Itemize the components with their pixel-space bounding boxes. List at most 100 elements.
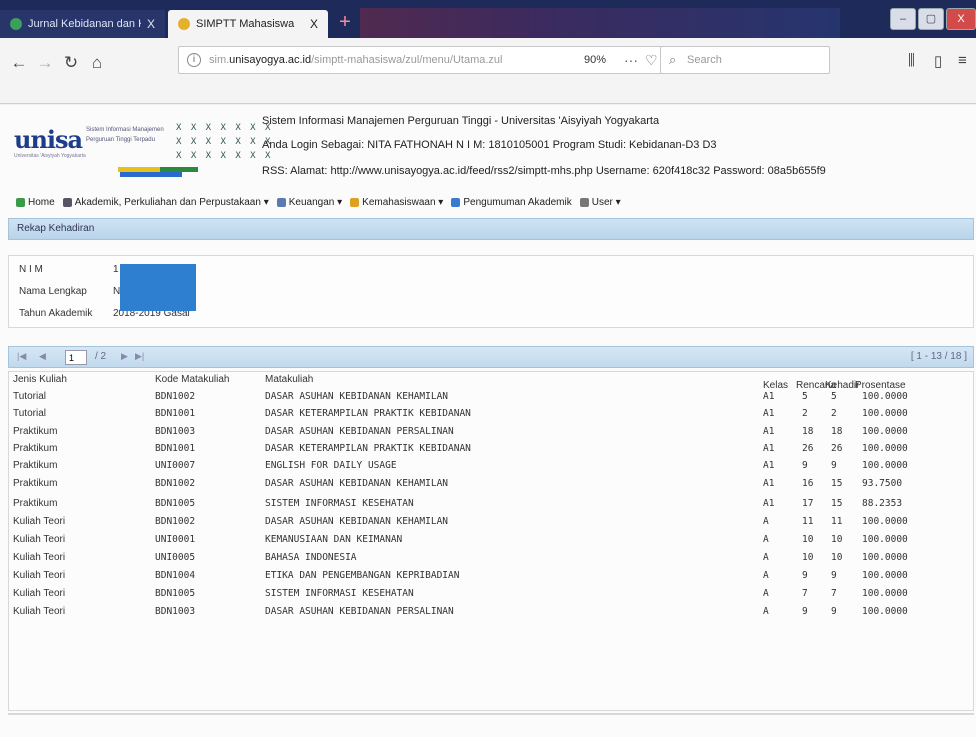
menu-item-kemahasiswaan[interactable]: Kemahasiswaan ▾	[350, 197, 443, 208]
cell-mk: DASAR KETERAMPILAN PRAKTIK KEBIDANAN	[265, 408, 471, 420]
cell-mk: ETIKA DAN PENGEMBANGAN KEPRIBADIAN	[265, 570, 460, 581]
table-row[interactable]: Kuliah Teori UNI0005 BAHASA INDONESIA A 10 10…	[9, 551, 975, 567]
cell-kode: BDN1004	[155, 570, 196, 581]
table-row[interactable]: Praktikum BDN1001 DASAR KETERAMPILAN PRAKT…	[9, 442, 975, 458]
next-page-button[interactable]: ▶	[121, 351, 128, 362]
user-icon	[579, 197, 589, 207]
cell-jenis: Kuliah Teori	[13, 570, 66, 581]
cell-jenis: Kuliah Teori	[13, 534, 66, 546]
attendance-table: Jenis Kuliah Kode Matakuliah Matakuliah …	[8, 371, 974, 711]
cell-hadir: 9	[831, 605, 837, 617]
minimize-button[interactable]: –	[890, 8, 916, 30]
nim-value: 1	[113, 264, 119, 275]
table-row[interactable]: Praktikum BDN1003 DASAR ASUHAN KEBIDANAN P…	[9, 425, 975, 441]
login-info: Anda Login Sebagai: NITA FATHONAH N I M:…	[262, 139, 717, 151]
cell-rencana: 9	[802, 570, 808, 581]
table-row[interactable]: Tutorial BDN1001 DASAR KETERAMPILAN PRAKTI…	[9, 407, 975, 423]
zoom-level[interactable]: 90%	[584, 54, 606, 66]
navigation-bar: ← → ↻ ⌂ i sim.unisayogya.ac.id/simptt-ma…	[0, 38, 976, 104]
table-row[interactable]: Praktikum BDN1005 SISTEM INFORMASI KESEHAT…	[9, 497, 975, 513]
pocket-icon[interactable]: ♡	[645, 52, 658, 69]
sidebar-icon[interactable]: ▯	[934, 52, 942, 70]
cell-pct: 100.0000	[862, 425, 908, 437]
cell-kelas: A1	[763, 425, 775, 437]
new-tab-button[interactable]: +	[334, 10, 356, 36]
tagline-1: Sistem Informasi Manajemen	[86, 127, 164, 133]
menu-item-user[interactable]: User ▾	[579, 197, 621, 208]
table-row[interactable]: Kuliah Teori BDN1004 ETIKA DAN PENGEMBANGA…	[9, 569, 975, 585]
page-number-input[interactable]	[65, 350, 87, 365]
cell-kode: BDN1002	[155, 477, 196, 489]
search-placeholder: Search	[687, 54, 722, 66]
first-page-button[interactable]: |◀	[17, 351, 26, 362]
cell-pct: 100.0000	[862, 605, 908, 617]
close-tab-icon[interactable]: X	[310, 17, 318, 31]
cell-hadir: 5	[831, 391, 837, 402]
cell-pct: 100.0000	[862, 442, 908, 454]
tab-strip-background	[360, 8, 840, 38]
table-row[interactable]: Kuliah Teori BDN1005 SISTEM INFORMASI KESE…	[9, 587, 975, 603]
tab-simptt[interactable]: SIMPTT Mahasiswa X	[168, 10, 328, 38]
search-icon: ⌕	[669, 52, 677, 67]
search-input[interactable]: ⌕ Search	[660, 46, 830, 74]
page-actions-icon[interactable]: ···	[624, 52, 638, 68]
tab-jurnal[interactable]: Jurnal Kebidanan dan Kepera X	[0, 10, 165, 38]
cell-jenis: Tutorial	[13, 391, 46, 402]
table-row[interactable]: Kuliah Teori BDN1002 DASAR ASUHAN KEBIDANA…	[9, 515, 975, 531]
star-icon	[350, 197, 360, 207]
library-icon[interactable]: ⫼	[908, 52, 915, 69]
close-window-button[interactable]: X	[946, 8, 976, 30]
header-jenis[interactable]: Jenis Kuliah	[13, 374, 67, 385]
cell-kode: UNI0005	[155, 552, 196, 564]
cell-kelas: A1	[763, 477, 775, 489]
header-kode[interactable]: Kode Matakuliah	[155, 374, 230, 385]
cell-rencana: 9	[802, 460, 808, 472]
record-range: [ 1 - 13 / 18 ]	[910, 351, 967, 362]
cell-mk: DASAR ASUHAN KEBIDANAN KEHAMILAN	[265, 391, 449, 402]
cell-pct: 100.0000	[862, 391, 908, 402]
header-pattern: X X X X X X X	[176, 151, 273, 161]
last-page-button[interactable]: ▶|	[135, 351, 144, 362]
menu-item-home[interactable]: Home	[16, 197, 55, 208]
cell-jenis: Kuliah Teori	[13, 552, 66, 564]
table-row[interactable]: Kuliah Teori UNI0001 KEMANUSIAAN DAN KEIMA…	[9, 533, 975, 549]
menu-icon[interactable]: ≡	[958, 52, 967, 69]
prev-page-button[interactable]: ◀	[39, 351, 46, 362]
home-icon[interactable]: ⌂	[86, 52, 108, 74]
cell-rencana: 2	[802, 408, 808, 420]
cell-kode: BDN1005	[155, 587, 196, 599]
table-row[interactable]: Tutorial BDN1002 DASAR ASUHAN KEBIDANAN KE…	[9, 390, 975, 406]
header-color-bar	[120, 172, 182, 177]
cell-hadir: 7	[831, 587, 837, 599]
header-pattern: X X X X X X X	[176, 123, 273, 133]
cell-kode: BDN1003	[155, 425, 196, 437]
reload-icon[interactable]: ↻	[60, 52, 82, 74]
close-tab-icon[interactable]: X	[147, 17, 155, 31]
back-arrow-icon[interactable]: ←	[8, 52, 30, 74]
forward-arrow-icon[interactable]: →	[34, 52, 56, 74]
cell-mk: SISTEM INFORMASI KESEHATAN	[265, 587, 414, 599]
cell-kelas: A	[763, 587, 769, 599]
info-icon[interactable]: i	[187, 53, 201, 67]
cell-kelas: A	[763, 534, 769, 546]
menu-item-pengumuman[interactable]: Pengumuman Akademik	[451, 197, 572, 208]
cell-hadir: 18	[831, 425, 843, 437]
table-row[interactable]: Praktikum BDN1002 DASAR ASUHAN KEBIDANAN K…	[9, 477, 975, 493]
maximize-button[interactable]: ▢	[918, 8, 944, 30]
cell-kelas: A1	[763, 408, 775, 420]
tab-label: SIMPTT Mahasiswa	[196, 18, 295, 30]
pagination-bar: |◀ ◀ / 2 ▶ ▶| [ 1 - 13 / 18 ]	[8, 346, 974, 368]
cell-pct: 100.0000	[862, 460, 908, 472]
cell-jenis: Tutorial	[13, 408, 46, 420]
table-row[interactable]: Praktikum UNI0007 ENGLISH FOR DAILY USAGE A…	[9, 459, 975, 475]
favicon-icon	[178, 18, 190, 30]
menu-item-keuangan[interactable]: Keuangan ▾	[276, 197, 342, 208]
url-text: sim.unisayogya.ac.id/simptt-mahasiswa/zu…	[209, 54, 503, 66]
browser-tab-strip: Jurnal Kebidanan dan Kepera X SIMPTT Mah…	[0, 0, 976, 38]
header-matakuliah[interactable]: Matakuliah	[265, 374, 313, 385]
table-row[interactable]: Kuliah Teori BDN1003 DASAR ASUHAN KEBIDANA…	[9, 605, 975, 621]
menu-item-akademik[interactable]: Akademik, Perkuliahan dan Perpustakaan ▾	[62, 197, 269, 208]
tab-label: Jurnal Kebidanan dan Kepera	[28, 18, 141, 30]
page-content: unisa Universitas 'Aisyiyah Yogyakarta S…	[0, 105, 976, 737]
cell-rencana: 5	[802, 391, 808, 402]
